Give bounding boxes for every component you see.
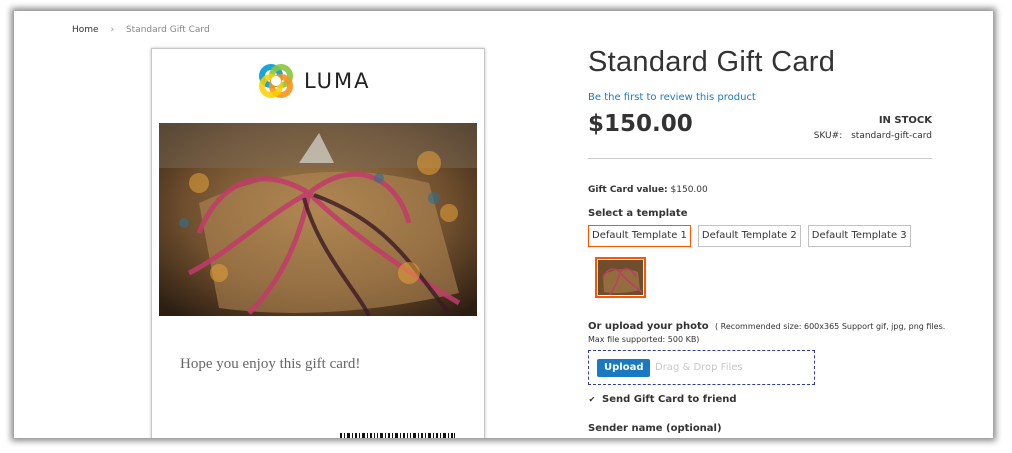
gift-card-value-amount: $150.00	[670, 185, 708, 195]
gift-photo-image	[159, 123, 477, 316]
gift-card-preview: LUMA Hope you enjoy this gift card!	[151, 48, 485, 438]
gift-card-value: Gift Card value: $150.00	[588, 185, 708, 195]
send-to-friend-label[interactable]: Send Gift Card to friend	[602, 394, 737, 405]
product-price: $150.00	[588, 111, 693, 137]
breadcrumb-current: Standard Gift Card	[125, 25, 210, 35]
logo-text: LUMA	[304, 69, 371, 93]
drag-drop-text: Drag & Drop Files	[655, 362, 743, 373]
send-to-friend-row: ✔ Send Gift Card to friend	[588, 394, 737, 405]
barcode-icon	[340, 433, 455, 438]
breadcrumb-separator: ›	[110, 25, 115, 35]
upload-button[interactable]: Upload	[597, 359, 651, 377]
template-option-2[interactable]: Default Template 2	[697, 225, 801, 247]
sku-value: standard-gift-card	[851, 131, 932, 141]
template-select-label: Select a template	[588, 208, 688, 219]
send-to-friend-checkbox[interactable]: ✔	[588, 395, 596, 404]
template-image-thumbnail[interactable]	[595, 257, 646, 298]
review-link[interactable]: Be the first to review this product	[588, 92, 756, 103]
luma-logo-icon	[259, 64, 293, 98]
template-options: Default Template 1 Default Template 2 De…	[588, 225, 911, 247]
sender-name-label: Sender name (optional)	[588, 423, 722, 434]
gift-card-message: Hope you enjoy this gift card!	[180, 356, 361, 372]
upload-photo-label: Or upload your photo ( Recommended size:…	[588, 320, 948, 346]
stock-status: IN STOCK	[878, 115, 932, 126]
gift-card-value-label: Gift Card value:	[588, 185, 668, 195]
divider	[588, 158, 932, 159]
breadcrumb: Home › Standard Gift Card	[72, 25, 210, 35]
breadcrumb-home-link[interactable]: Home	[72, 25, 99, 35]
luma-logo: LUMA	[258, 63, 371, 99]
photo-dropzone[interactable]: Upload Drag & Drop Files	[588, 350, 815, 385]
template-option-1[interactable]: Default Template 1	[588, 225, 691, 247]
upload-photo-title: Or upload your photo	[588, 321, 709, 332]
sku: SKU#: standard-gift-card	[814, 131, 932, 141]
page-title: Standard Gift Card	[588, 46, 836, 78]
sku-label: SKU#:	[813, 131, 843, 141]
template-option-3[interactable]: Default Template 3	[807, 225, 911, 247]
page-frame: Home › Standard Gift Card LUMA Hope you …	[14, 11, 993, 438]
